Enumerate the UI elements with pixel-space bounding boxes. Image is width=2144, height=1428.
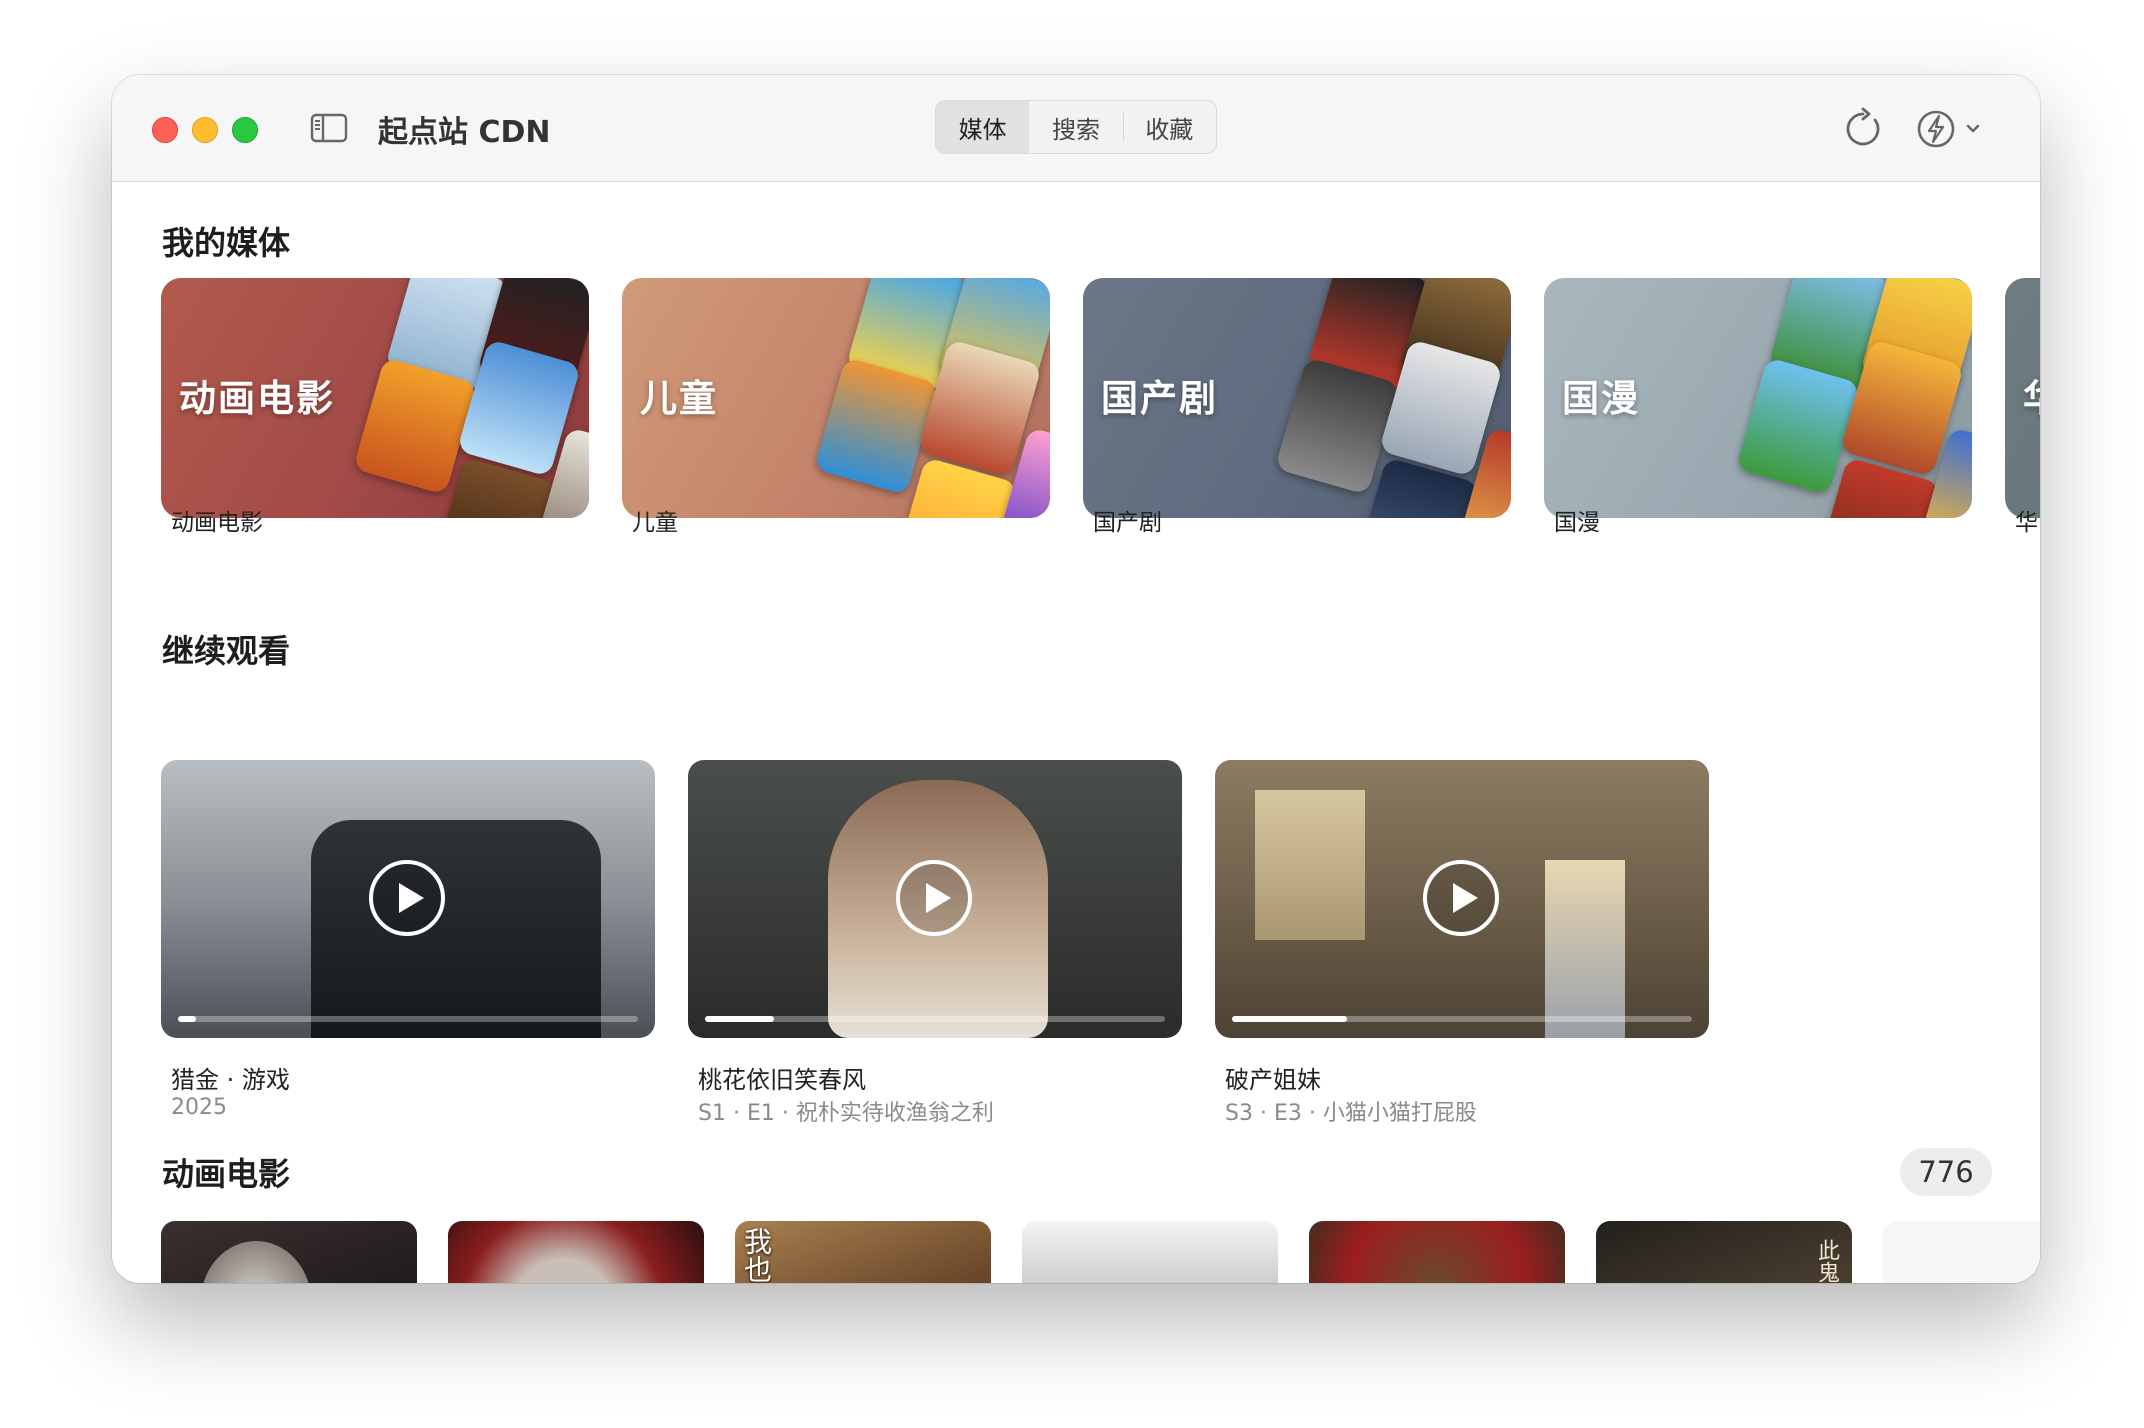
refresh-icon [1846,107,1880,146]
media-card-domestic-drama[interactable]: 国产剧 [1083,278,1511,518]
power-menu-button[interactable] [1915,106,1985,152]
tab-favorites[interactable]: 收藏 [1122,101,1216,153]
continue-card[interactable] [1215,760,1709,1038]
media-card-overlay-title: 儿童 [640,376,718,420]
main-content: 我的媒体 动画电影 儿童 国产剧 国漫 动画电影 儿童 国产剧 国漫 华 继续观… [112,182,2040,1283]
continue-title: 猎金 · 游戏 [171,1066,290,1094]
play-icon[interactable] [368,859,446,937]
media-card-kids[interactable]: 儿童 [622,278,1050,518]
media-card-animated-movies[interactable]: 动画电影 [161,278,589,518]
app-title: 起点站 CDN [378,115,551,150]
poster-card[interactable] [1022,1221,1278,1283]
continue-card[interactable] [688,760,1182,1038]
refresh-button[interactable] [1839,105,1887,153]
media-card-overlay-title: 国漫 [1562,376,1640,420]
media-card-overlay-title: 华 [2023,368,2040,422]
continue-card[interactable] [161,760,655,1038]
progress-bar [178,1016,638,1022]
title-bar: 起点站 CDN 媒体 搜索 收藏 [112,75,2040,182]
media-label-domestic-drama: 国产剧 [1093,510,1162,536]
media-label-animated-movies: 动画电影 [171,510,263,536]
main-tab-control: 媒体 搜索 收藏 [935,100,1217,154]
continue-subtitle: 2025 [171,1095,227,1120]
media-card-overlay-title: 动画电影 [179,376,335,420]
poster-card[interactable]: 我也絕不灰 [735,1221,991,1283]
continue-subtitle: S3 · E3 · 小猫小猫打屁股 [1225,1101,1477,1126]
minimize-window-button[interactable] [192,117,218,143]
tab-search[interactable]: 搜索 [1029,101,1122,153]
poster-caption: 此鬼名為 [1814,1239,1839,1283]
continue-title: 桃花依旧笑春风 [698,1066,866,1094]
poster-caption: 我也絕不灰 [740,1227,773,1283]
bolt-icon [1917,110,1955,148]
count-badge: 776 [1900,1148,1992,1196]
continue-watching-heading: 继续观看 [162,632,291,670]
tab-media[interactable]: 媒体 [936,101,1030,153]
close-window-button[interactable] [152,117,178,143]
media-label-partial: 华 [2015,510,2038,536]
continue-title: 破产姐妹 [1225,1066,1321,1094]
media-label-kids: 儿童 [632,510,678,536]
play-icon[interactable] [895,859,973,937]
media-card-chinese-anime[interactable]: 国漫 [1544,278,1972,518]
continue-subtitle: S1 · E1 · 祝朴实待收渔翁之利 [698,1101,994,1126]
media-card-overlay-title: 国产剧 [1101,376,1218,420]
progress-bar [1232,1016,1692,1022]
my-media-heading: 我的媒体 [162,224,291,262]
poster-card-placeholder[interactable] [1883,1221,2040,1283]
poster-card[interactable] [1309,1221,1565,1283]
media-label-chinese-anime: 国漫 [1554,510,1600,536]
poster-card[interactable]: 此鬼名為 [1596,1221,1852,1283]
media-card-partial[interactable]: 华 [2005,278,2040,518]
poster-card[interactable] [161,1221,417,1283]
progress-bar [705,1016,1165,1022]
play-icon[interactable] [1422,859,1500,937]
maximize-window-button[interactable] [232,117,258,143]
app-window: 起点站 CDN 媒体 搜索 收藏 我的媒体 动画电影 儿童 国产剧 国漫 动画电… [112,75,2040,1283]
poster-card[interactable] [448,1221,704,1283]
chevron-down-icon [1966,124,1980,133]
sidebar-toggle-icon[interactable] [310,113,348,143]
animated-movies-heading: 动画电影 [162,1155,291,1193]
